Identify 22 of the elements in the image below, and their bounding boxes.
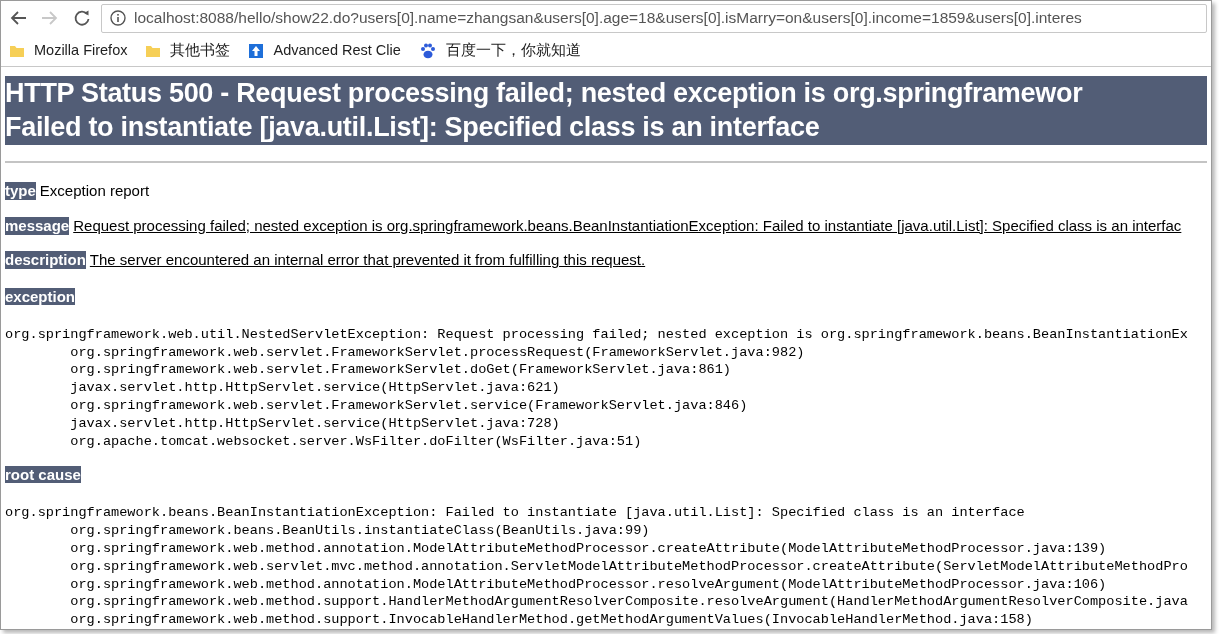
forward-arrow-icon	[41, 10, 59, 27]
back-arrow-icon	[9, 10, 27, 27]
url-text: localhost:8088/hello/show22.do?users[0].name=zhangsan&users[0].age=18&users[0].isMarry=on&users[0].income=1859&users[0].interes	[134, 8, 1082, 29]
error-heading: HTTP Status 500 - Request processing failed; nested exception is org.springframewor Failed to instantiate [java.util.List]: Specified class is an interface	[5, 76, 1207, 146]
bookmark[interactable]: Mozilla Firefox	[7, 37, 130, 64]
bookmark[interactable]: 其他书签	[143, 37, 233, 64]
address-bar[interactable]: localhost:8088/hello/show22.do?users[0].name=zhangsan&users[0].age=18&users[0].isMarry=on&users[0].income=1859&users[0].interes	[101, 3, 1207, 33]
field-text: The server encountered an internal error that prevented it from fulfilling this request.	[89, 250, 646, 271]
stack-trace: org.springframework.beans.BeanInstantiationException: Failed to instantiate [java.util.List]: Specified class is an interface org.springframework.beans.BeanUtils.instantiateClass(BeanUtils.java:99) org.springframework.web.method.annotation.ModelAttributeMethodProcessor.createAttribute(ModelAttributeMethodProcessor.java:139) org.springframework.web.servlet.mvc.method.annotation.ServletModelAttributeMethodProcessor.createAttribute(ServletModelAttributeMethodPro org.springframework.web.method.annotation.ModelAttributeMethodProcessor.resolveArgument(ModelAttributeMethodProcessor.java:106) org.springframework.web.method.support.HandlerMethodArgumentResolverComposite.resolveArgument(HandlerMethodArgumentResolverComposite.java org.springframework.web.method.support.InvocableHandlerMethod.getMethodArgumentValues(InvocableHandlerMethod.java:158)	[5, 504, 1189, 629]
field-label: message	[5, 216, 70, 235]
paw-icon	[418, 41, 437, 60]
field-text: Exception report	[39, 181, 150, 202]
field-label: description	[5, 251, 86, 270]
field-label: type	[5, 182, 36, 201]
field-text: Request processing failed; nested exception is org.springframework.beans.BeanInstantiationException: Failed to instantiate [java.util.List]: Specified class is an interfac	[73, 215, 1182, 236]
bookmark[interactable]: 百度一下，你就知道	[416, 37, 583, 64]
bookmark[interactable]: Advanced Rest Clie	[246, 37, 403, 64]
stack-trace: org.springframework.web.util.NestedServletException: Request processing failed; nested exception is org.springframework.beans.BeanInstantiationEx org.springframework.web.servlet.FrameworkServlet.processRequest(FrameworkServlet.java:982) org.springframework.web.servlet.FrameworkServlet.doGet(FrameworkServlet.java:861) javax.servlet.http.HttpServlet.service(HttpServlet.java:621) org.springframework.web.servlet.FrameworkServlet.service(FrameworkServlet.java:846) javax.servlet.http.HttpServlet.service(HttpServlet.java:728) org.apache.tomcat.websocket.server.WsFilter.doFilter(WsFilter.java:51)	[5, 325, 1189, 451]
app-icon	[248, 42, 265, 59]
info-icon	[110, 10, 126, 27]
section-label: root cause	[5, 466, 81, 484]
section-label: exception	[5, 287, 76, 305]
